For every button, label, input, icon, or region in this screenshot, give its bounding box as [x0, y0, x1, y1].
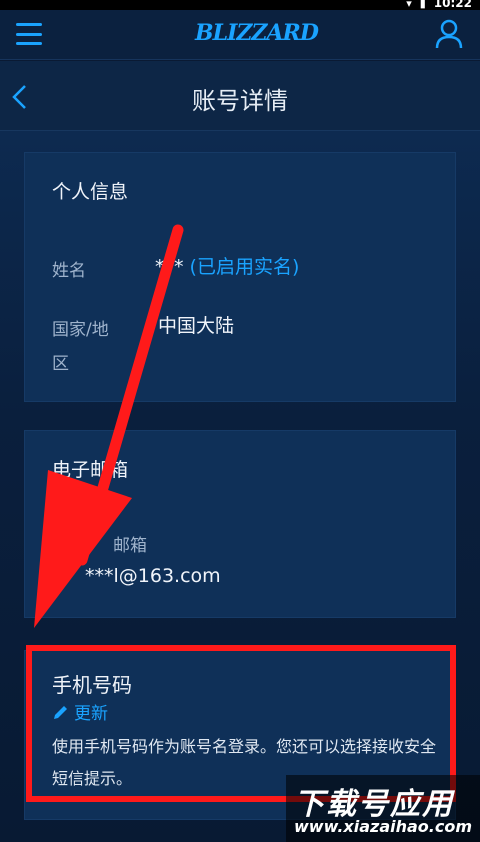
status-time: 10:22: [433, 0, 472, 10]
status-icons: ▾ ▮ 10:22: [406, 0, 472, 10]
country-label: 国家/地区: [52, 320, 109, 374]
status-bar: ▾ ▮ 10:22: [0, 0, 480, 10]
email-label: 邮箱: [113, 536, 147, 556]
watermark: 下载号应用 www.xiazaihao.com: [286, 775, 480, 842]
masked-name: ***: [155, 256, 190, 278]
email-card: 电子邮箱 邮箱 ***l@163.com: [24, 430, 456, 618]
email-value: ***l@163.com: [85, 565, 221, 587]
personal-info-title: 个人信息: [52, 181, 129, 203]
personal-info-card: 个人信息 姓名 *** (已启用实名) 国家/地区 中国大陆: [24, 152, 456, 402]
account-icon[interactable]: [434, 18, 464, 50]
battery-icon: ▮: [419, 0, 426, 10]
page-title: 账号详情: [192, 87, 288, 115]
blizzard-logo: BLIZZARD: [195, 20, 319, 46]
menu-icon[interactable]: [16, 23, 42, 45]
watermark-url: www.xiazaihao.com: [294, 817, 472, 836]
top-app-bar: BLIZZARD: [0, 10, 480, 60]
page-header: 账号详情: [0, 61, 480, 131]
name-label: 姓名: [52, 261, 86, 281]
email-title: 电子邮箱: [52, 459, 129, 481]
name-value: *** (已启用实名): [155, 252, 299, 279]
wifi-icon: ▾: [406, 0, 412, 10]
real-name-status: (已启用实名): [189, 256, 300, 278]
country-value: 中国大陆: [158, 315, 235, 337]
